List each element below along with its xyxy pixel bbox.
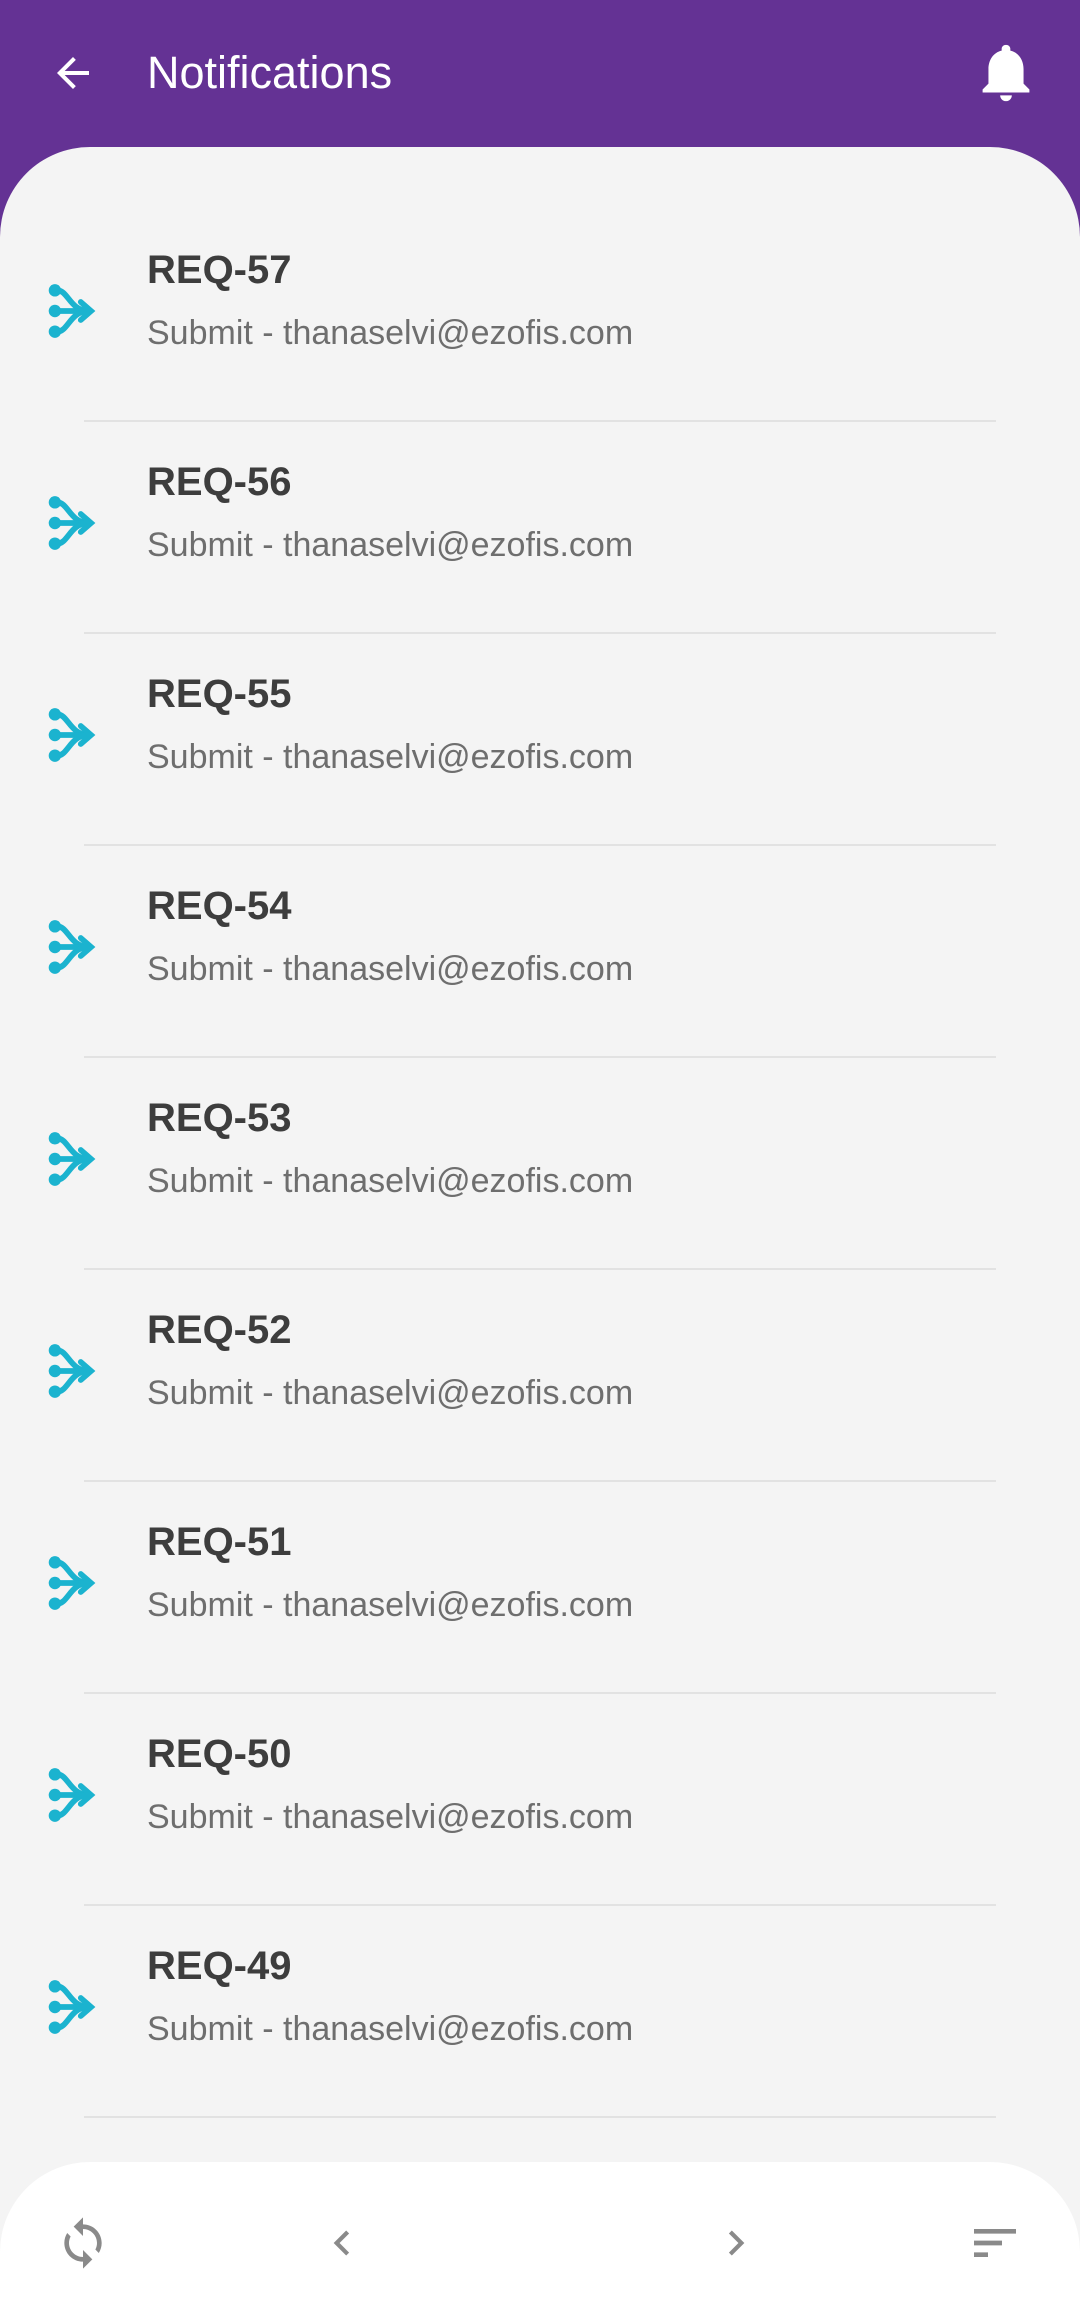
divider	[84, 1904, 996, 1906]
sort-button[interactable]	[960, 2208, 1030, 2278]
divider	[84, 1480, 996, 1482]
notification-item[interactable]: REQ-53 Submit - thanaselvi@ezofis.com	[0, 1090, 1080, 1302]
refresh-button[interactable]	[48, 2208, 118, 2278]
notification-item[interactable]: REQ-55 Submit - thanaselvi@ezofis.com	[0, 666, 1080, 878]
divider	[84, 1268, 996, 1270]
notification-title: REQ-51	[147, 1520, 292, 1564]
notification-subtitle: Submit - thanaselvi@ezofis.com	[147, 314, 634, 352]
notification-subtitle: Submit - thanaselvi@ezofis.com	[147, 2010, 634, 2048]
divider	[84, 844, 996, 846]
notifications-panel: REQ-57 Submit - thanaselvi@ezofis.com REQ-…	[0, 147, 1080, 2309]
notification-subtitle: Submit - thanaselvi@ezofis.com	[147, 526, 634, 564]
previous-page-button[interactable]	[307, 2208, 377, 2278]
notification-title: REQ-49	[147, 1944, 292, 1988]
workflow-icon	[48, 708, 96, 762]
notification-item[interactable]: REQ-50 Submit - thanaselvi@ezofis.com	[0, 1726, 1080, 1938]
divider	[84, 1056, 996, 1058]
app-bar: Notifications	[0, 0, 1080, 150]
notification-title: REQ-53	[147, 1096, 292, 1140]
notification-item[interactable]: REQ-49 Submit - thanaselvi@ezofis.com	[0, 1938, 1080, 2150]
notification-title: REQ-50	[147, 1732, 292, 1776]
divider	[84, 1692, 996, 1694]
notification-title: REQ-55	[147, 672, 292, 716]
workflow-icon	[48, 920, 96, 974]
notification-item[interactable]: REQ-56 Submit - thanaselvi@ezofis.com	[0, 454, 1080, 666]
notification-title: REQ-52	[147, 1308, 292, 1352]
chevron-right-icon	[728, 2230, 745, 2256]
divider	[84, 632, 996, 634]
sort-icon	[974, 2229, 1016, 2257]
workflow-icon	[48, 284, 96, 338]
next-page-button[interactable]	[701, 2208, 771, 2278]
notification-subtitle: Submit - thanaselvi@ezofis.com	[147, 1374, 634, 1412]
divider	[84, 2116, 996, 2118]
notification-subtitle: Submit - thanaselvi@ezofis.com	[147, 950, 634, 988]
notification-title: REQ-57	[147, 248, 292, 292]
back-button[interactable]	[44, 44, 102, 102]
notifications-bell-button[interactable]	[976, 40, 1036, 106]
chevron-left-icon	[333, 2230, 350, 2256]
notifications-list: REQ-57 Submit - thanaselvi@ezofis.com REQ-…	[0, 242, 1080, 2150]
notification-item[interactable]: REQ-52 Submit - thanaselvi@ezofis.com	[0, 1302, 1080, 1514]
workflow-icon	[48, 1132, 96, 1186]
notification-title: REQ-56	[147, 460, 292, 504]
arrow-left-icon	[57, 57, 89, 89]
notification-item[interactable]: REQ-54 Submit - thanaselvi@ezofis.com	[0, 878, 1080, 1090]
notification-item[interactable]: REQ-51 Submit - thanaselvi@ezofis.com	[0, 1514, 1080, 1726]
notification-subtitle: Submit - thanaselvi@ezofis.com	[147, 1586, 634, 1624]
workflow-icon	[48, 1344, 96, 1398]
bottom-toolbar	[0, 2162, 1080, 2309]
notification-item[interactable]: REQ-57 Submit - thanaselvi@ezofis.com	[0, 242, 1080, 454]
notification-title: REQ-54	[147, 884, 292, 928]
notification-subtitle: Submit - thanaselvi@ezofis.com	[147, 1162, 634, 1200]
refresh-icon	[64, 2217, 102, 2269]
workflow-icon	[48, 496, 96, 550]
workflow-icon	[48, 1980, 96, 2034]
workflow-icon	[48, 1556, 96, 1610]
bell-icon	[982, 44, 1030, 102]
workflow-icon	[48, 1768, 96, 1822]
notification-subtitle: Submit - thanaselvi@ezofis.com	[147, 738, 634, 776]
divider	[84, 420, 996, 422]
page-title: Notifications	[147, 47, 393, 98]
notification-subtitle: Submit - thanaselvi@ezofis.com	[147, 1798, 634, 1836]
